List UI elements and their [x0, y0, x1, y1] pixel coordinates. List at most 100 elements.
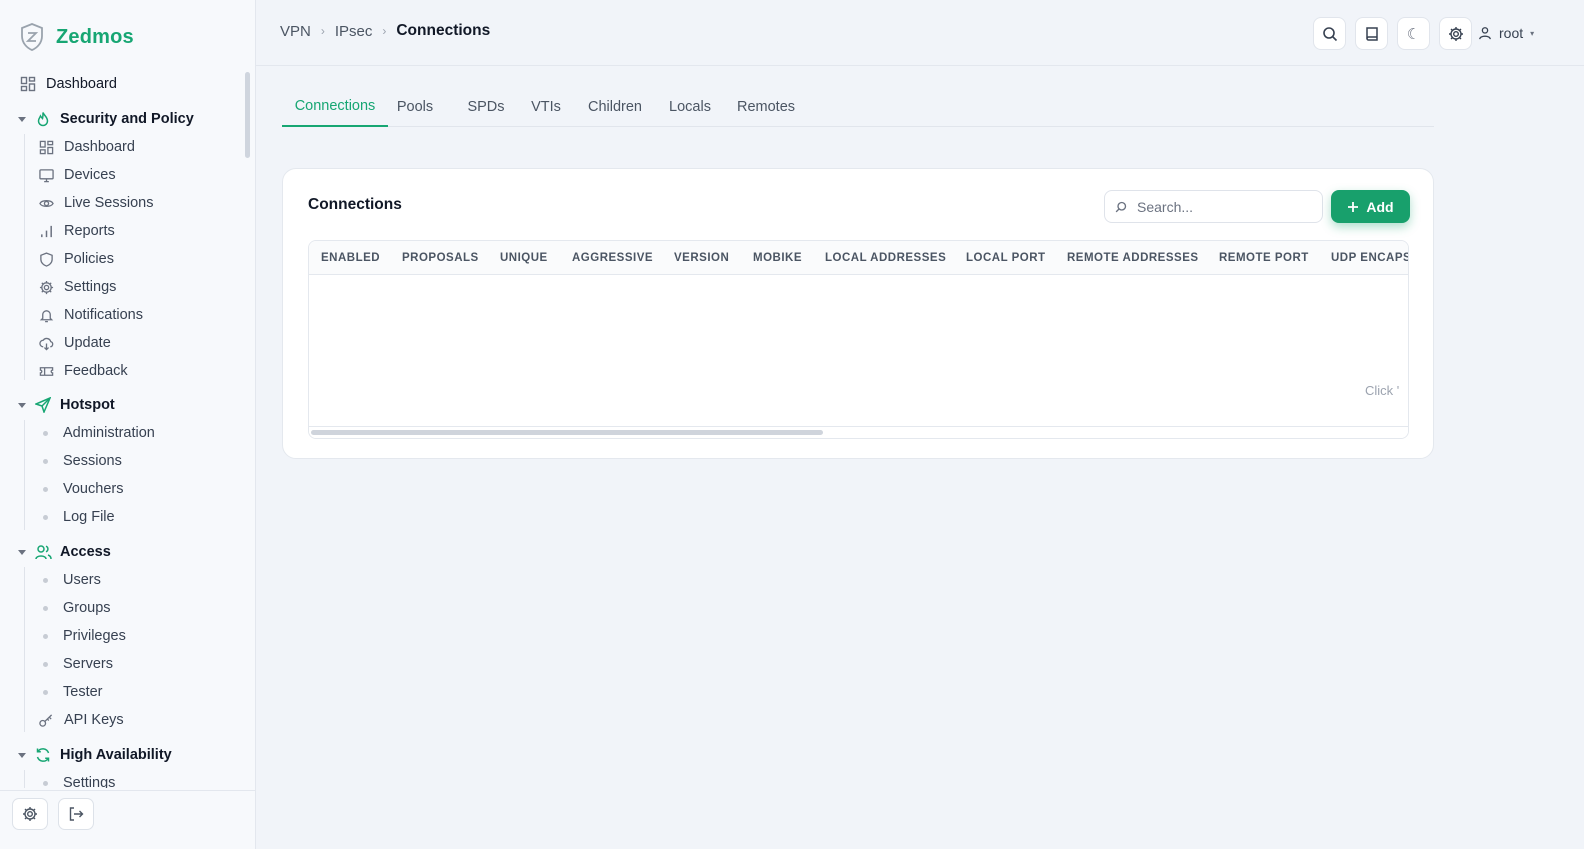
breadcrumb-vpn[interactable]: VPN — [280, 23, 311, 40]
shield-icon — [38, 251, 54, 267]
sidebar-footer — [0, 790, 256, 849]
logout-icon — [68, 806, 84, 822]
bullet-dot — [43, 780, 48, 786]
caret-down-icon — [18, 116, 26, 122]
cloud-download-icon — [38, 335, 54, 351]
sidebar-item-vouchers[interactable]: Vouchers — [38, 477, 123, 501]
chevron-right-icon: › — [320, 24, 325, 38]
sidebar-item-label: Servers — [63, 656, 113, 672]
tab-vtis[interactable]: VTIs — [526, 89, 566, 127]
top-header: VPN › IPsec › Connections ☾ root ▾ — [256, 0, 1584, 66]
sidebar-item-dashboard[interactable]: Dashboard — [20, 71, 117, 97]
connections-table: ENABLED PROPOSALS UNIQUE AGGRESSIVE VERS… — [308, 240, 1409, 439]
sidebar-group-access[interactable]: Access — [18, 539, 111, 565]
sidebar-item-devices[interactable]: Devices — [38, 163, 116, 187]
table-header: ENABLED PROPOSALS UNIQUE AGGRESSIVE VERS… — [309, 241, 1408, 275]
sidebar-item-feedback[interactable]: Feedback — [38, 359, 128, 383]
tab-connections[interactable]: Connections — [282, 89, 388, 127]
card-title: Connections — [308, 196, 402, 213]
sidebar-item-notifications[interactable]: Notifications — [38, 303, 143, 327]
sidebar-group-hotspot[interactable]: Hotspot — [18, 392, 115, 418]
page-title: Connections — [396, 22, 491, 39]
sidebar-item-ha-settings[interactable]: Settings — [38, 771, 115, 788]
key-icon — [38, 712, 54, 728]
tab-spds[interactable]: SPDs — [464, 89, 508, 127]
sidebar-item-privileges[interactable]: Privileges — [38, 624, 126, 648]
sidebar-item-sessions[interactable]: Sessions — [38, 449, 122, 473]
column-header-local-port[interactable]: LOCAL PORT — [966, 241, 1046, 275]
tab-pools[interactable]: Pools — [389, 89, 441, 127]
grid-icon — [38, 139, 54, 155]
docs-button[interactable] — [1355, 17, 1388, 50]
grid-icon — [20, 76, 36, 92]
sidebar-item-api-keys[interactable]: API Keys — [38, 708, 124, 732]
bar-chart-icon — [38, 223, 54, 239]
sidebar-item-label: Dashboard — [64, 139, 135, 155]
user-icon — [1478, 26, 1492, 40]
column-header-version[interactable]: VERSION — [674, 241, 729, 275]
add-button[interactable]: Add — [1331, 190, 1410, 223]
sidebar-item-tester[interactable]: Tester — [38, 680, 103, 704]
monitor-icon — [38, 167, 54, 183]
sidebar-item-security-dashboard[interactable]: Dashboard — [38, 135, 135, 159]
sidebar-item-log-file[interactable]: Log File — [38, 505, 115, 529]
sidebar-item-label: Groups — [63, 600, 111, 616]
sidebar-item-settings[interactable]: Settings — [38, 275, 116, 299]
column-header-remote-addresses[interactable]: REMOTE ADDRESSES — [1067, 241, 1199, 275]
column-header-enabled[interactable]: ENABLED — [321, 241, 380, 275]
search-input[interactable] — [1137, 198, 1307, 215]
sidebar-group-label: High Availability — [60, 747, 172, 763]
sidebar-group-label: Security and Policy — [60, 111, 194, 127]
bullet-dot — [43, 430, 48, 436]
horizontal-scrollbar[interactable] — [309, 426, 1408, 438]
sidebar-item-label: Dashboard — [46, 76, 117, 92]
sidebar-item-groups[interactable]: Groups — [38, 596, 111, 620]
horizontal-scrollbar-thumb[interactable] — [311, 430, 823, 435]
sidebar-clip: Settings — [0, 770, 256, 788]
logout-button[interactable] — [58, 798, 94, 830]
breadcrumb: VPN › IPsec › Connections — [280, 22, 490, 40]
ticket-icon — [38, 363, 54, 379]
tree-line — [24, 567, 25, 732]
column-header-udp-encaps[interactable]: UDP ENCAPS — [1331, 241, 1408, 275]
search-button[interactable] — [1313, 17, 1346, 50]
tab-remotes[interactable]: Remotes — [736, 89, 796, 127]
sidebar-group-label: Access — [60, 544, 111, 560]
bullet-dot — [43, 514, 48, 520]
breadcrumb-ipsec[interactable]: IPsec — [335, 23, 373, 40]
preferences-button[interactable] — [1439, 17, 1472, 50]
sidebar-item-servers[interactable]: Servers — [38, 652, 113, 676]
brand[interactable]: Zedmos — [20, 22, 134, 52]
sidebar-item-reports[interactable]: Reports — [38, 219, 115, 243]
send-icon — [34, 396, 52, 414]
column-header-aggressive[interactable]: AGGRESSIVE — [572, 241, 653, 275]
column-header-mobike[interactable]: MOBIKE — [753, 241, 802, 275]
sidebar-group-high-availability[interactable]: High Availability — [18, 742, 172, 768]
sidebar-item-policies[interactable]: Policies — [38, 247, 114, 271]
tab-children[interactable]: Children — [584, 89, 646, 127]
column-header-unique[interactable]: UNIQUE — [500, 241, 548, 275]
add-label: Add — [1366, 198, 1394, 215]
chevron-right-icon: › — [382, 24, 387, 38]
sidebar-item-live-sessions[interactable]: Live Sessions — [38, 191, 153, 215]
column-header-proposals[interactable]: PROPOSALS — [402, 241, 479, 275]
moon-icon: ☾ — [1406, 25, 1421, 43]
brand-shield-icon — [20, 23, 44, 51]
caret-down-icon — [18, 402, 26, 408]
sidebar-item-update[interactable]: Update — [38, 331, 111, 355]
column-header-remote-port[interactable]: REMOTE PORT — [1219, 241, 1309, 275]
sidebar-item-label: Administration — [63, 425, 155, 441]
tab-locals[interactable]: Locals — [666, 89, 714, 127]
tree-line — [24, 134, 25, 380]
search-box[interactable] — [1104, 190, 1323, 223]
sidebar-item-administration[interactable]: Administration — [38, 421, 155, 445]
sidebar-item-label: Sessions — [63, 453, 122, 469]
user-menu[interactable]: root ▾ — [1478, 22, 1534, 44]
sidebar-item-users[interactable]: Users — [38, 568, 101, 592]
sidebar-group-security-and-policy[interactable]: Security and Policy — [18, 106, 194, 132]
theme-toggle-button[interactable]: ☾ — [1397, 17, 1430, 50]
sidebar-scrollbar[interactable] — [245, 72, 250, 158]
column-header-local-addresses[interactable]: LOCAL ADDRESSES — [825, 241, 946, 275]
settings-button[interactable] — [12, 798, 48, 830]
search-icon — [1115, 201, 1127, 213]
